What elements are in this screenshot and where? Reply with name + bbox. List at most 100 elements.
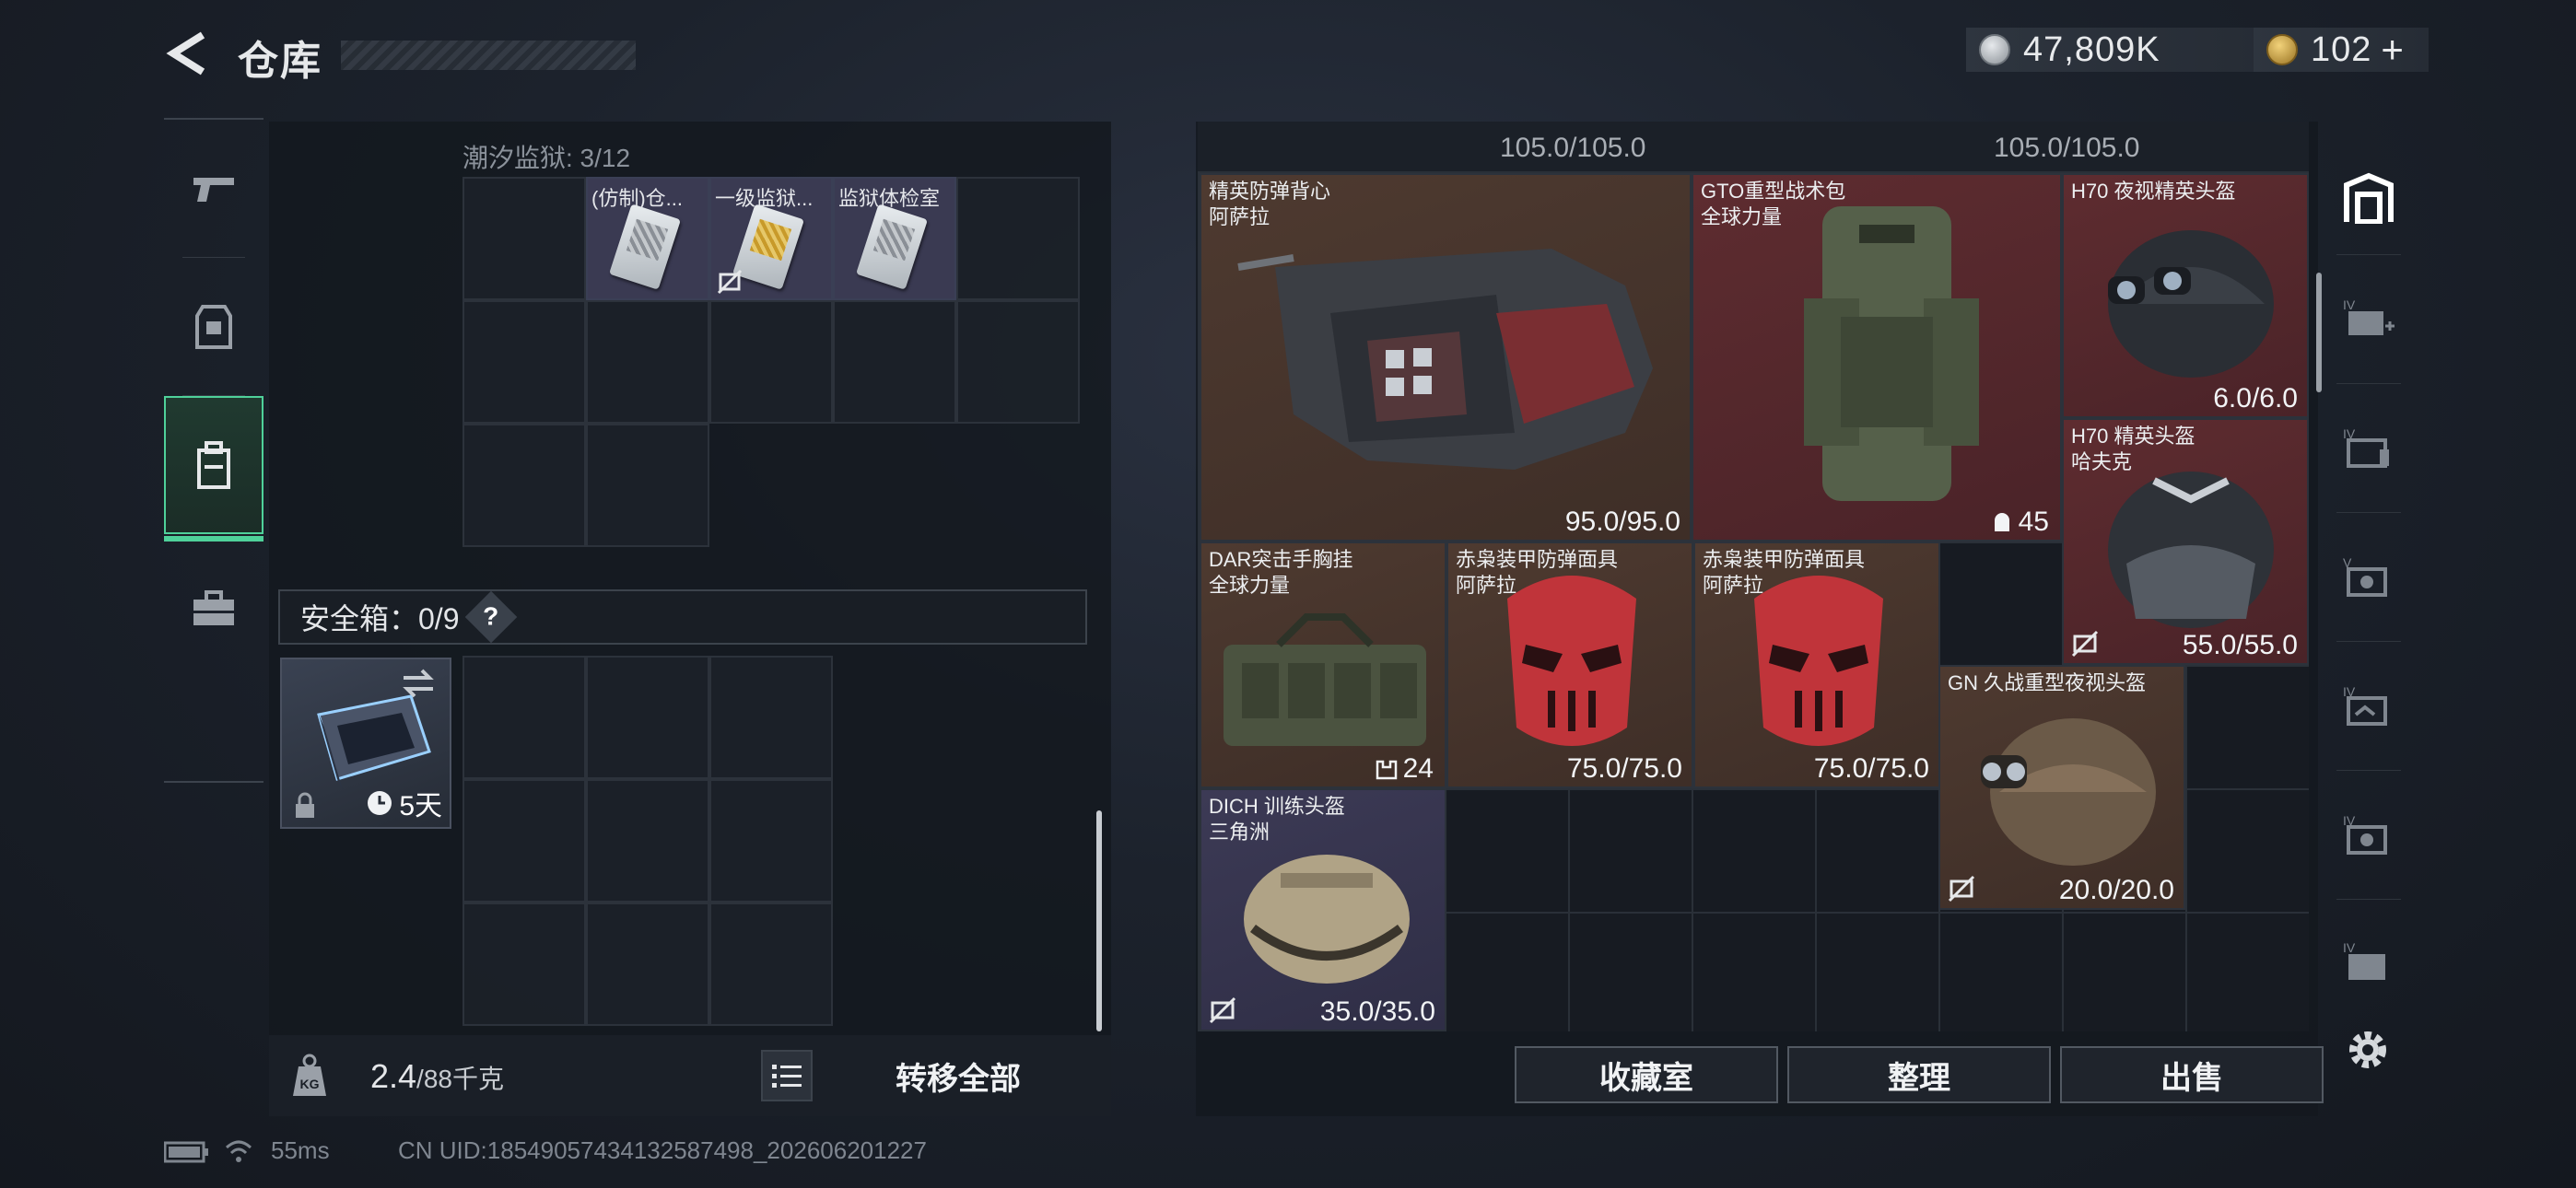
settings-gear-icon[interactable] bbox=[2342, 1024, 2394, 1076]
tab-weapons[interactable] bbox=[164, 120, 263, 258]
category-tabs bbox=[164, 118, 263, 783]
grid-slot[interactable] bbox=[463, 177, 586, 300]
item-elite-vest[interactable]: 精英防弹背心 阿萨拉 95.0/95.0 bbox=[1200, 173, 1692, 542]
organize-button[interactable]: 整理 bbox=[1787, 1046, 2051, 1103]
grid-slot[interactable] bbox=[709, 656, 833, 779]
ping-value: 55ms bbox=[271, 1136, 330, 1164]
grid-slot[interactable] bbox=[833, 300, 956, 424]
inventory-scrollbar[interactable] bbox=[1096, 810, 1102, 1031]
grid-slot[interactable] bbox=[586, 903, 709, 1026]
durability-value: 55.0/55.0 bbox=[2182, 630, 2298, 660]
expansion-tab-4[interactable]: IV bbox=[2338, 674, 2399, 735]
item-gto-backpack[interactable]: GTO重型战术包 全球力量 45 bbox=[1692, 173, 2062, 542]
safebox-item[interactable]: 5天 bbox=[280, 658, 451, 829]
svg-text:IV: IV bbox=[2343, 297, 2356, 312]
item-name: DAR突击手胸挂 全球力量 bbox=[1209, 548, 1353, 597]
helmet-icon bbox=[1244, 855, 1410, 984]
battery-icon bbox=[164, 1141, 208, 1163]
add-currency-button[interactable]: + bbox=[2381, 28, 2404, 72]
expansion-tab-3[interactable]: V bbox=[2338, 545, 2399, 606]
item-keycard-2[interactable]: 一级监狱... bbox=[709, 177, 833, 300]
grid-slot[interactable] bbox=[463, 656, 586, 779]
helmet-icon bbox=[2108, 230, 2274, 378]
keycard-icon bbox=[856, 204, 928, 290]
safebox-header: 安全箱：0/9 ? bbox=[278, 589, 1087, 645]
stash-home-tab[interactable] bbox=[2338, 168, 2399, 228]
grid-slot[interactable] bbox=[709, 779, 833, 903]
unbound-icon bbox=[2071, 630, 2099, 658]
capacity-icon bbox=[1994, 513, 2009, 531]
currency-silver: 47,809K bbox=[1966, 28, 2266, 72]
swap-icon[interactable] bbox=[400, 667, 437, 698]
durability-value: 105.0/105.0 bbox=[1500, 133, 1646, 163]
item-red-mask[interactable]: 赤枭装甲防弹面具 阿萨拉 75.0/75.0 bbox=[1693, 542, 1940, 788]
expansion-tab-6[interactable]: IV bbox=[2338, 930, 2399, 991]
list-icon bbox=[772, 1065, 802, 1088]
item-h70-nv-helmet[interactable]: H70 夜视精英头盔 6.0/6.0 bbox=[2062, 173, 2309, 418]
grid-slot[interactable] bbox=[586, 779, 709, 903]
tab-backpack[interactable] bbox=[164, 396, 263, 542]
currency-gold[interactable]: 102 + bbox=[2254, 28, 2429, 72]
grid-slot[interactable] bbox=[463, 300, 586, 424]
weight-readout: 2.4/88千克 bbox=[370, 1057, 504, 1096]
capacity: 45 bbox=[1991, 507, 2049, 538]
item-h70-elite-helmet[interactable]: H70 精英头盔 哈夫克 55.0/55.0 bbox=[2062, 418, 2309, 665]
durability-value: 75.0/75.0 bbox=[1813, 753, 1929, 784]
stash-icon bbox=[2344, 172, 2394, 224]
grid-slot[interactable] bbox=[463, 903, 586, 1026]
grid-slot[interactable] bbox=[586, 300, 709, 424]
svg-text:IV: IV bbox=[2343, 940, 2356, 955]
item-dar-chest-rig[interactable]: DAR突击手胸挂 全球力量 24 bbox=[1200, 542, 1446, 788]
grid-slot[interactable] bbox=[586, 656, 709, 779]
keycard-icon bbox=[609, 204, 681, 290]
weight-max: /88千克 bbox=[416, 1065, 504, 1093]
section-label: 潮汐监狱: 3/12 bbox=[463, 144, 631, 172]
clock-icon bbox=[368, 791, 392, 815]
wifi-icon bbox=[225, 1140, 252, 1162]
case-icon: IV bbox=[2343, 940, 2385, 980]
collection-room-button[interactable]: 收藏室 bbox=[1515, 1046, 1778, 1103]
durability-value: 105.0/105.0 bbox=[1994, 133, 2140, 163]
grid-slot[interactable] bbox=[956, 177, 1080, 300]
partial-row bbox=[1198, 122, 2309, 171]
durability-value: 20.0/20.0 bbox=[2058, 875, 2174, 905]
item-gn-nv-helmet[interactable]: GN 久战重型夜视头盔 20.0/20.0 bbox=[1938, 665, 2185, 910]
grid-slot[interactable] bbox=[463, 779, 586, 903]
grid-slot[interactable] bbox=[586, 424, 709, 547]
svg-text:KG: KG bbox=[300, 1077, 320, 1091]
grid-slot[interactable] bbox=[463, 424, 586, 547]
chest-rig-icon bbox=[1224, 613, 1426, 746]
weight-icon: KG bbox=[293, 1054, 326, 1096]
expansion-tab-1[interactable]: IV bbox=[2338, 287, 2399, 348]
grid-slot[interactable] bbox=[709, 903, 833, 1026]
currency-gold-value: 102 bbox=[2311, 29, 2372, 69]
weight-current: 2.4 bbox=[370, 1057, 417, 1095]
case-icon: IV bbox=[2343, 684, 2387, 726]
help-button[interactable]: ? bbox=[464, 590, 517, 644]
item-dich-helmet[interactable]: DICH 训练头盔 三角洲 35.0/35.0 bbox=[1200, 788, 1446, 1031]
rail-scrollbar[interactable] bbox=[2316, 273, 2322, 392]
expansion-tab-5[interactable]: IV bbox=[2338, 803, 2399, 864]
tab-armor[interactable] bbox=[164, 258, 263, 396]
list-view-button[interactable] bbox=[761, 1050, 813, 1101]
item-name: 精英防弹背心 阿萨拉 bbox=[1209, 180, 1331, 228]
gold-coin-icon bbox=[2266, 34, 2298, 65]
camera-case-icon: V bbox=[2343, 555, 2387, 597]
case-add-icon: IV bbox=[2343, 297, 2395, 335]
pistol-icon bbox=[193, 178, 234, 202]
item-keycard-1[interactable]: (仿制)仓... bbox=[586, 177, 709, 300]
mask-icon bbox=[1507, 576, 1636, 746]
tab-toolbox[interactable] bbox=[164, 540, 263, 678]
item-keycard-3[interactable]: 监狱体检室 bbox=[833, 177, 956, 300]
expansion-tab-2[interactable]: IV bbox=[2338, 416, 2399, 477]
silver-coin-icon bbox=[1979, 34, 2010, 65]
grid-slot[interactable] bbox=[709, 300, 833, 424]
item-name: H70 夜视精英头盔 bbox=[2071, 180, 2236, 203]
capacity-icon bbox=[1376, 760, 1397, 780]
item-red-mask[interactable]: 赤枭装甲防弹面具 阿萨拉 75.0/75.0 bbox=[1446, 542, 1693, 788]
durability-value: 6.0/6.0 bbox=[2213, 383, 2298, 413]
grid-slot[interactable] bbox=[956, 300, 1080, 424]
back-arrow-icon[interactable] bbox=[162, 28, 214, 79]
transfer-all-button[interactable]: 转移全部 bbox=[829, 1046, 1087, 1105]
sell-button[interactable]: 出售 bbox=[2060, 1046, 2324, 1103]
